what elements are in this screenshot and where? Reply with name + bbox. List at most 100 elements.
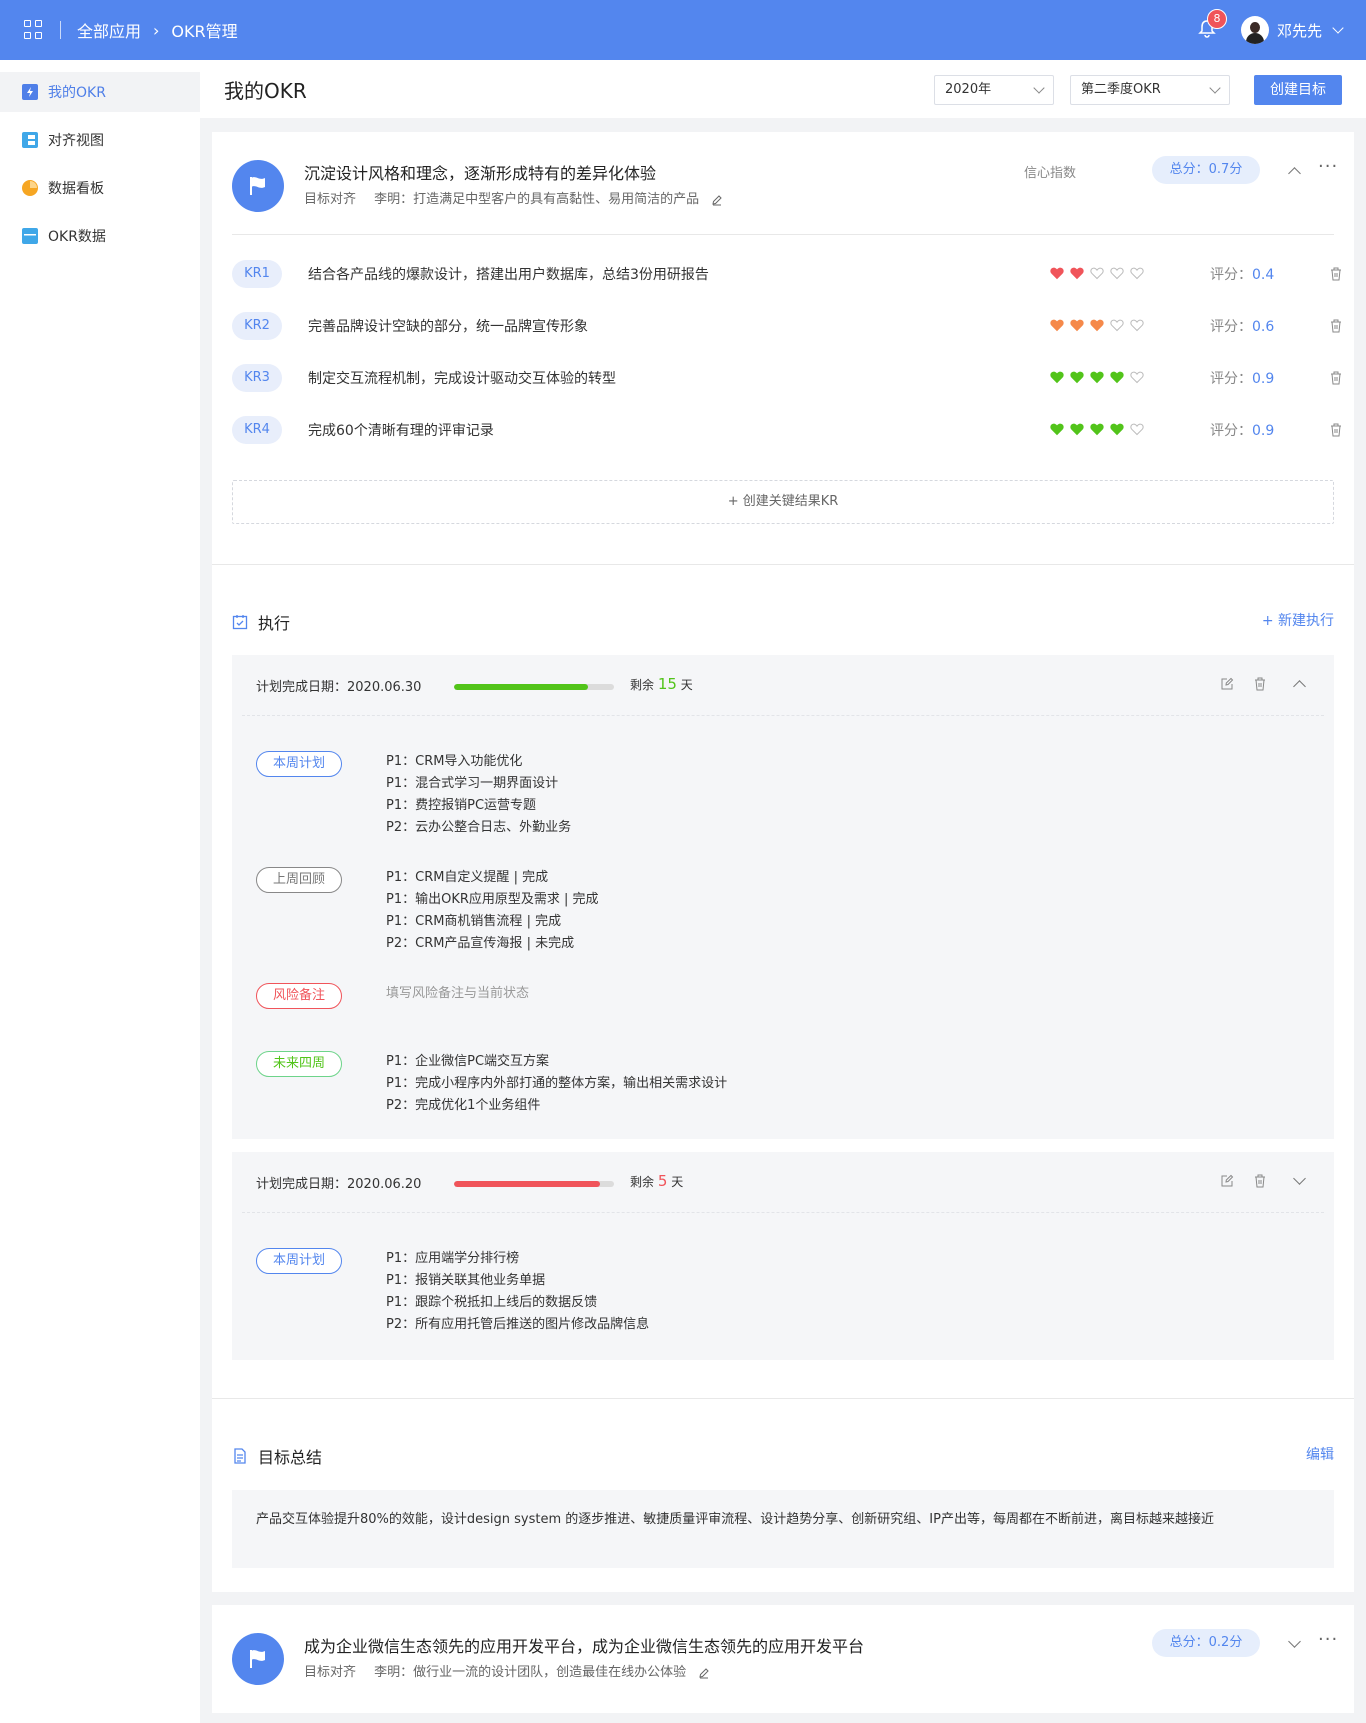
plan-tag: 本周计划 xyxy=(256,751,342,777)
delete-icon[interactable] xyxy=(1330,371,1342,385)
sidebar-item-okr-data[interactable]: OKR数据 xyxy=(0,216,200,256)
objective-title[interactable]: 沉淀设计风格和理念，逐渐形成特有的差异化体验 xyxy=(304,160,656,184)
heart-filled-icon[interactable] xyxy=(1090,370,1104,384)
delete-icon[interactable] xyxy=(1253,677,1267,691)
heart-empty-icon[interactable] xyxy=(1090,266,1104,280)
username[interactable]: 邓先先 xyxy=(1277,20,1322,41)
kr-text[interactable]: 完成60个清晰有理的评审记录 xyxy=(308,420,494,440)
plan-item: P1：企业微信PC端交互方案 xyxy=(386,1054,550,1069)
more-icon[interactable]: ··· xyxy=(1318,156,1338,177)
plan-lines[interactable]: P1：应用端学分排行榜 P1：报销关联其他业务单据 P1：跟踪个税抵扣上线后的数… xyxy=(386,1248,649,1336)
edit-icon[interactable] xyxy=(1220,677,1234,691)
sidebar: 我的OKR 对齐视图 数据看板 OKR数据 xyxy=(0,60,200,1723)
delete-icon[interactable] xyxy=(1330,423,1342,437)
heart-filled-icon[interactable] xyxy=(1090,318,1104,332)
confidence-hearts[interactable] xyxy=(1050,266,1150,280)
kr-score-value: 0.4 xyxy=(1252,267,1275,283)
alignment-text: 李明：做行业一流的设计团队，创造最佳在线办公体验 xyxy=(374,1665,687,1680)
confidence-hearts[interactable] xyxy=(1050,318,1150,332)
new-execution-button[interactable]: + 新建执行 xyxy=(1262,610,1334,630)
quarter-select[interactable]: 第二季度OKR xyxy=(1070,75,1230,105)
year-select[interactable]: 2020年 xyxy=(934,75,1054,105)
edit-icon[interactable] xyxy=(1220,1174,1234,1188)
heart-filled-icon[interactable] xyxy=(1050,266,1064,280)
kr-text[interactable]: 完善品牌设计空缺的部分，统一品牌宣传形象 xyxy=(308,316,588,336)
plan-lines[interactable]: P1：CRM导入功能优化 P1：混合式学习一期界面设计 P1：费控报销PC运营专… xyxy=(386,751,571,839)
plan-tag: 上周回顾 xyxy=(256,867,342,893)
heart-empty-icon[interactable] xyxy=(1110,318,1124,332)
breadcrumb-root[interactable]: 全部应用 xyxy=(77,18,141,42)
heart-empty-icon[interactable] xyxy=(1130,370,1144,384)
risk-note-input[interactable]: 填写风险备注与当前状态 xyxy=(386,983,529,1005)
plan-item: P1：报销关联其他业务单据 xyxy=(386,1273,546,1288)
more-icon[interactable]: ··· xyxy=(1318,1629,1338,1650)
page-title: 我的OKR xyxy=(224,78,307,103)
progress-fill xyxy=(454,1181,600,1187)
edit-summary-link[interactable]: 编辑 xyxy=(1306,1444,1334,1464)
confidence-hearts[interactable] xyxy=(1050,422,1150,436)
dashed-divider xyxy=(242,1212,1324,1213)
notification-bell[interactable]: 8 xyxy=(1197,9,1227,41)
heart-filled-icon[interactable] xyxy=(1090,422,1104,436)
heart-filled-icon[interactable] xyxy=(1050,422,1064,436)
kr-text[interactable]: 结合各产品线的爆款设计，搭建出用户数据库，总结3份用研报告 xyxy=(308,264,709,284)
kr-row: KR4 完成60个清晰有理的评审记录 评分：0.9 xyxy=(232,415,1341,445)
heart-filled-icon[interactable] xyxy=(1070,318,1084,332)
chevron-down-icon xyxy=(1033,82,1045,94)
breadcrumb-current: OKR管理 xyxy=(171,22,238,41)
collapse-caret-icon[interactable] xyxy=(1293,680,1306,693)
avatar[interactable] xyxy=(1240,16,1269,44)
sidebar-item-my-okr[interactable]: 我的OKR xyxy=(0,72,200,112)
heart-empty-icon[interactable] xyxy=(1130,266,1144,280)
layout-icon xyxy=(22,132,38,148)
sidebar-item-dashboard[interactable]: 数据看板 xyxy=(0,168,200,208)
heart-filled-icon[interactable] xyxy=(1070,266,1084,280)
delete-icon[interactable] xyxy=(1330,267,1342,281)
expand-caret-icon[interactable] xyxy=(1288,1635,1301,1648)
objective-card: 沉淀设计风格和理念，逐渐形成特有的差异化体验 目标对齐 李明：打造满足中型客户的… xyxy=(212,132,1354,1592)
edit-pencil-icon[interactable] xyxy=(711,194,723,206)
apps-grid-icon[interactable] xyxy=(24,20,44,40)
alignment-label: 目标对齐 xyxy=(304,1665,357,1680)
delete-icon[interactable] xyxy=(1253,1174,1267,1188)
create-kr-button[interactable]: + 创建关键结果KR xyxy=(232,480,1334,524)
execution-block: 计划完成日期：2020.06.20 剩余 5 天 本周计划 P1：应用端学分排行… xyxy=(232,1152,1334,1360)
remain-days-value: 15 xyxy=(657,675,677,693)
kr-score: 评分：0.4 xyxy=(1210,264,1274,284)
heart-filled-icon[interactable] xyxy=(1110,370,1124,384)
collapse-caret-icon[interactable] xyxy=(1288,167,1301,180)
objective-title[interactable]: 成为企业微信生态领先的应用开发平台，成为企业微信生态领先的应用开发平台 xyxy=(304,1633,864,1657)
section-divider xyxy=(212,564,1354,565)
edit-pencil-icon[interactable] xyxy=(698,1667,710,1679)
heart-filled-icon[interactable] xyxy=(1050,318,1064,332)
heart-empty-icon[interactable] xyxy=(1130,422,1144,436)
plan-lines[interactable]: P1：企业微信PC端交互方案 P1：完成小程序内外部打通的整体方案，输出相关需求… xyxy=(386,1051,727,1117)
remain-suffix: 天 xyxy=(671,1175,684,1189)
kr-score: 评分：0.9 xyxy=(1210,368,1274,388)
kr-score-value: 0.9 xyxy=(1252,423,1275,439)
confidence-hearts[interactable] xyxy=(1050,370,1150,384)
alignment-text: 李明：打造满足中型客户的具有高黏性、易用简洁的产品 xyxy=(374,192,700,207)
kr-score-label: 评分： xyxy=(1210,371,1252,387)
heart-filled-icon[interactable] xyxy=(1070,370,1084,384)
sidebar-item-alignment-view[interactable]: 对齐视图 xyxy=(0,120,200,160)
plan-tag: 风险备注 xyxy=(256,983,342,1009)
bolt-icon xyxy=(22,84,38,100)
plan-lines[interactable]: P1：CRM自定义提醒 | 完成 P1：输出OKR应用原型及需求 | 完成 P1… xyxy=(386,867,599,955)
heart-filled-icon[interactable] xyxy=(1110,422,1124,436)
delete-icon[interactable] xyxy=(1330,319,1342,333)
planned-date: 计划完成日期：2020.06.30 xyxy=(256,680,422,695)
notification-badge: 8 xyxy=(1206,9,1227,29)
chevron-down-icon[interactable] xyxy=(1332,22,1344,34)
execution-block: 计划完成日期：2020.06.30 剩余 15 天 本周计划 P1：CRM导入功… xyxy=(232,655,1334,1139)
create-objective-button[interactable]: 创建目标 xyxy=(1254,75,1342,105)
flag-icon xyxy=(232,1633,284,1685)
expand-caret-icon[interactable] xyxy=(1293,1172,1306,1185)
remain-suffix: 天 xyxy=(680,678,693,692)
kr-text[interactable]: 制定交互流程机制，完成设计驱动交互体验的转型 xyxy=(308,368,616,388)
heart-filled-icon[interactable] xyxy=(1070,422,1084,436)
remaining-days: 剩余 5 天 xyxy=(630,1172,683,1190)
heart-empty-icon[interactable] xyxy=(1130,318,1144,332)
heart-empty-icon[interactable] xyxy=(1110,266,1124,280)
heart-filled-icon[interactable] xyxy=(1050,370,1064,384)
